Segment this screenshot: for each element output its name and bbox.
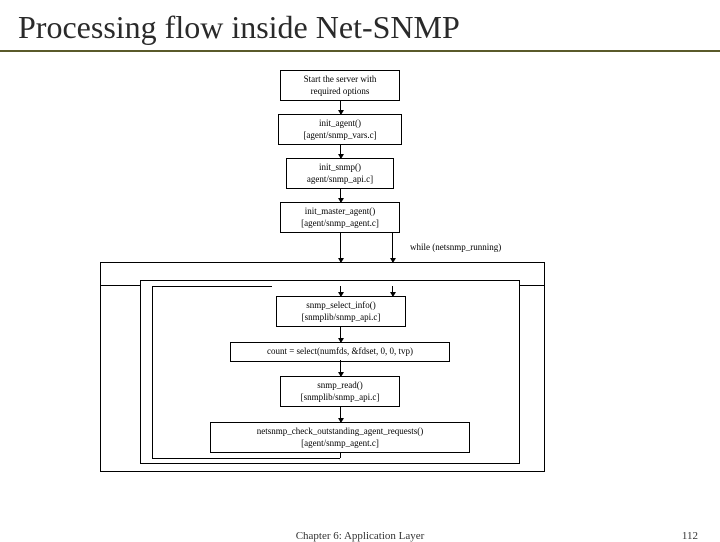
box-text: [agent/snmp_agent.c] — [287, 218, 393, 229]
line — [340, 452, 341, 458]
title-area: Processing flow inside Net-SNMP — [0, 0, 720, 52]
box-check-outstanding: netsnmp_check_outstanding_agent_requests… — [210, 422, 470, 453]
box-text: required options — [287, 86, 393, 97]
box-text: snmp_read() — [287, 380, 393, 391]
arrow-icon — [340, 406, 341, 422]
box-snmp-select-info: snmp_select_info() [snmplib/snmp_api.c] — [276, 296, 406, 327]
box-text: [agent/snmp_vars.c] — [285, 130, 395, 141]
box-text: init_master_agent() — [287, 206, 393, 217]
box-text: Start the server with — [287, 74, 393, 85]
arrow-icon — [392, 286, 393, 296]
box-select-call: count = select(numfds, &fdset, 0, 0, tvp… — [230, 342, 450, 361]
arrow-icon — [340, 286, 341, 296]
line — [152, 286, 153, 458]
arrow-icon — [340, 100, 341, 114]
box-start-server: Start the server with required options — [280, 70, 400, 101]
box-text: snmp_select_info() — [283, 300, 399, 311]
box-text: [agent/snmp_agent.c] — [217, 438, 463, 449]
box-text: init_snmp() — [293, 162, 387, 173]
footer-chapter: Chapter 6: Application Layer — [296, 530, 425, 542]
box-snmp-read: snmp_read() [snmplib/snmp_api.c] — [280, 376, 400, 407]
arrow-icon — [340, 144, 341, 158]
flow-diagram: Start the server with required options i… — [80, 70, 640, 490]
arrow-icon — [340, 326, 341, 342]
slide: Processing flow inside Net-SNMP Start th… — [0, 0, 720, 540]
page-title: Processing flow inside Net-SNMP — [18, 8, 702, 46]
footer-page-number: 112 — [682, 530, 698, 542]
box-text: netsnmp_check_outstanding_agent_requests… — [217, 426, 463, 437]
box-text: agent/snmp_api.c] — [293, 174, 387, 185]
line — [152, 286, 272, 287]
arrow-icon — [392, 232, 393, 262]
box-init-agent: init_agent() [agent/snmp_vars.c] — [278, 114, 402, 145]
arrow-icon — [340, 360, 341, 376]
arrow-icon — [340, 232, 341, 262]
box-init-snmp: init_snmp() agent/snmp_api.c] — [286, 158, 394, 189]
box-text: [snmplib/snmp_api.c] — [287, 392, 393, 403]
box-init-master-agent: init_master_agent() [agent/snmp_agent.c] — [280, 202, 400, 233]
box-text: [snmplib/snmp_api.c] — [283, 312, 399, 323]
loop-label: while (netsnmp_running) — [410, 242, 501, 252]
line — [152, 458, 340, 459]
arrow-icon — [340, 188, 341, 202]
box-text: init_agent() — [285, 118, 395, 129]
box-text: count = select(numfds, &fdset, 0, 0, tvp… — [237, 346, 443, 357]
